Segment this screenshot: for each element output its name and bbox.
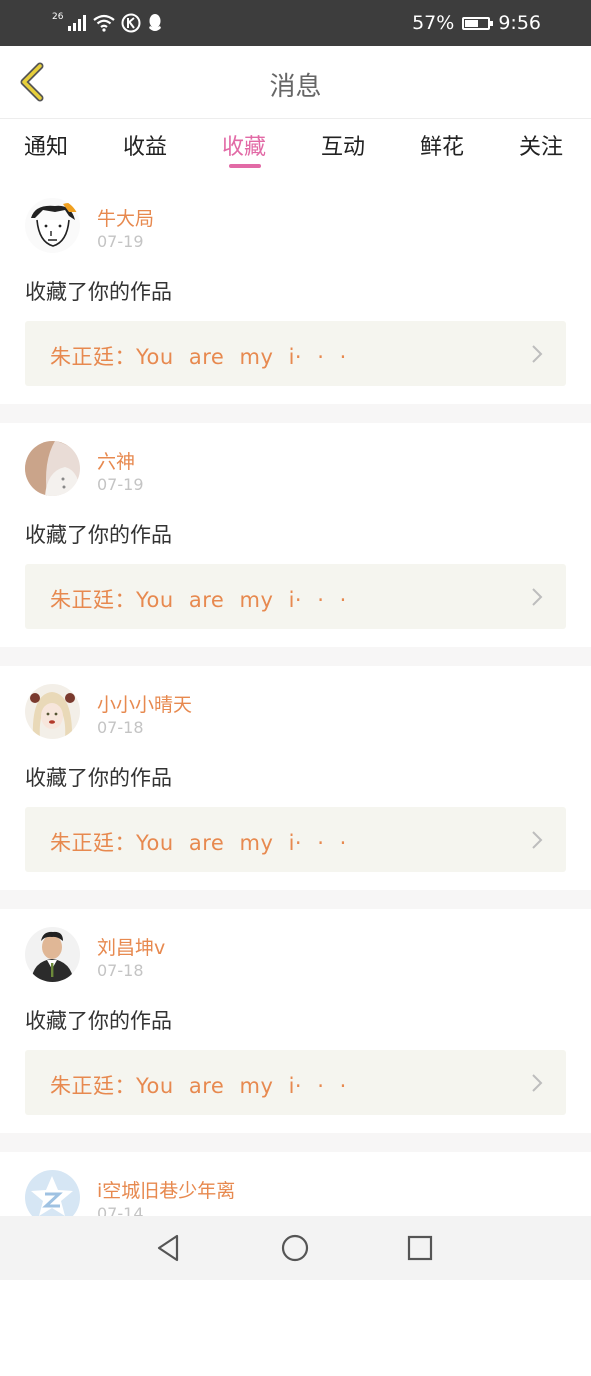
date: 07-18 bbox=[97, 718, 144, 737]
date: 07-18 bbox=[97, 961, 144, 980]
nav-bar: 消息 bbox=[0, 46, 591, 119]
avatar[interactable] bbox=[25, 684, 80, 739]
status-left-icons: 26 bbox=[52, 12, 163, 34]
avatar[interactable] bbox=[25, 198, 80, 253]
message-tabs: 通知 收益 收藏 互动 鲜花 关注 bbox=[0, 119, 591, 179]
work-title: 朱正廷：You are my i· · · bbox=[50, 588, 347, 612]
divider bbox=[0, 1133, 591, 1152]
user-name[interactable]: 刘昌坤v bbox=[97, 933, 165, 960]
work-preview[interactable]: 朱正廷：You are my i· · · bbox=[25, 321, 566, 386]
k-app-icon bbox=[121, 13, 141, 33]
qq-icon bbox=[149, 14, 162, 31]
avatar[interactable] bbox=[25, 441, 80, 496]
chevron-right-icon bbox=[532, 1074, 543, 1092]
user-name[interactable]: 小小小晴天 bbox=[97, 690, 192, 717]
status-bar: 26 57% 9:56 bbox=[0, 0, 591, 46]
work-preview[interactable]: 朱正廷：You are my i· · · bbox=[25, 1050, 566, 1115]
battery-icon bbox=[462, 16, 494, 30]
divider bbox=[0, 647, 591, 666]
tab-flowers[interactable]: 鲜花 bbox=[420, 129, 464, 161]
system-navigation-bar bbox=[0, 1216, 591, 1280]
status-right: 57% 9:56 bbox=[412, 10, 541, 36]
wifi-icon bbox=[93, 14, 116, 32]
work-title: 朱正廷：You are my i· · · bbox=[50, 831, 347, 855]
action-text: 收藏了你的作品 bbox=[25, 280, 172, 304]
recents-square-icon[interactable] bbox=[404, 1232, 436, 1264]
action-text: 收藏了你的作品 bbox=[25, 766, 172, 790]
divider bbox=[0, 404, 591, 423]
date: 07-19 bbox=[97, 232, 144, 251]
list-item[interactable]: 六神 07-19 收藏了你的作品 朱正廷：You are my i· · · bbox=[0, 423, 591, 647]
page-title: 消息 bbox=[269, 72, 322, 102]
favorites-feed: 牛大局 07-19 收藏了你的作品 朱正廷：You are my i· · · … bbox=[0, 180, 591, 1376]
chevron-right-icon bbox=[532, 588, 543, 606]
user-name[interactable]: 牛大局 bbox=[97, 204, 154, 231]
list-item[interactable]: 刘昌坤v 07-18 收藏了你的作品 朱正廷：You are my i· · · bbox=[0, 909, 591, 1133]
date: 07-19 bbox=[97, 475, 144, 494]
user-name[interactable]: 六神 bbox=[97, 447, 135, 474]
work-preview[interactable]: 朱正廷：You are my i· · · bbox=[25, 564, 566, 629]
back-triangle-icon[interactable] bbox=[153, 1232, 185, 1264]
chevron-right-icon bbox=[532, 831, 543, 849]
list-item[interactable]: 小小小晴天 07-18 收藏了你的作品 朱正廷：You are my i· · … bbox=[0, 666, 591, 890]
clock: 9:56 bbox=[498, 12, 541, 34]
tab-notifications[interactable]: 通知 bbox=[24, 129, 68, 161]
divider bbox=[0, 890, 591, 909]
tab-follows[interactable]: 关注 bbox=[519, 129, 563, 161]
work-title: 朱正廷：You are my i· · · bbox=[50, 345, 347, 369]
avatar[interactable] bbox=[25, 927, 80, 982]
signal-icon bbox=[68, 15, 87, 31]
list-item[interactable]: 牛大局 07-19 收藏了你的作品 朱正廷：You are my i· · · bbox=[0, 180, 591, 404]
tab-earnings[interactable]: 收益 bbox=[123, 129, 167, 161]
action-text: 收藏了你的作品 bbox=[25, 523, 172, 547]
tab-interactions[interactable]: 互动 bbox=[321, 129, 365, 161]
work-title: 朱正廷：You are my i· · · bbox=[50, 1074, 347, 1098]
active-tab-indicator bbox=[229, 164, 261, 168]
user-name[interactable]: i空城旧巷少年离 bbox=[97, 1176, 235, 1203]
network-type: 26 bbox=[52, 12, 64, 22]
battery-percent: 57% bbox=[412, 12, 455, 34]
work-preview[interactable]: 朱正廷：You are my i· · · bbox=[25, 807, 566, 872]
home-circle-icon[interactable] bbox=[279, 1232, 311, 1264]
tab-favorites[interactable]: 收藏 bbox=[222, 129, 266, 161]
chevron-right-icon bbox=[532, 345, 543, 363]
action-text: 收藏了你的作品 bbox=[25, 1009, 172, 1033]
